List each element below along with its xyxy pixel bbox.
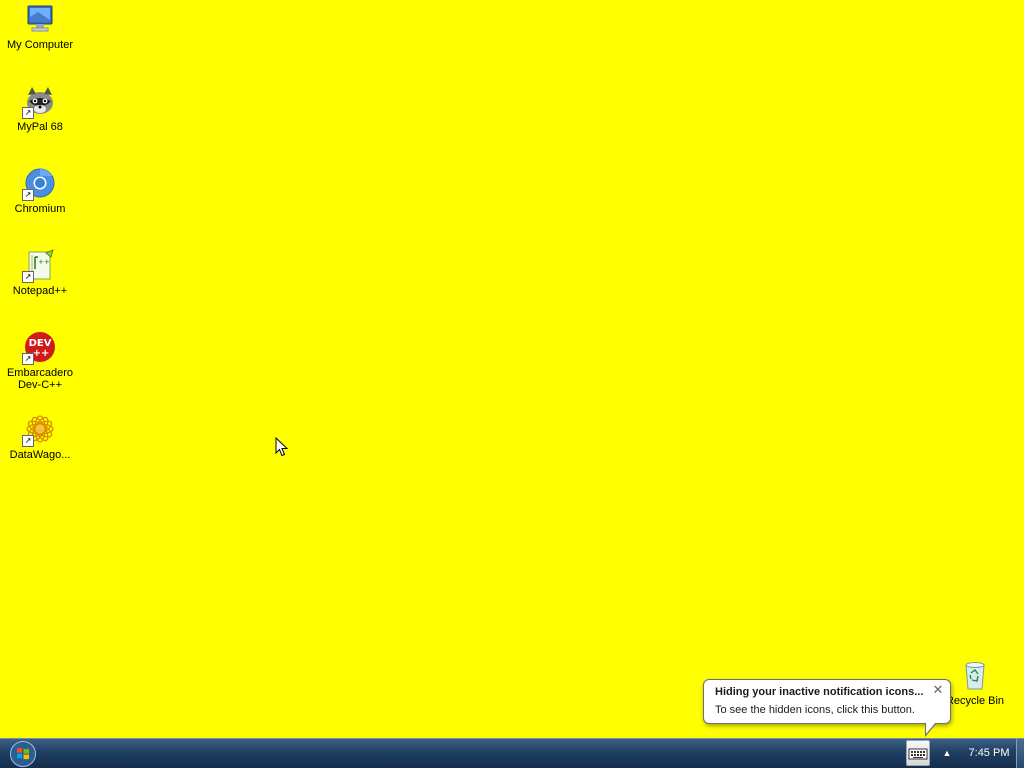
show-hidden-icons-button[interactable]: ▲: [940, 745, 954, 761]
notification-area: ▲ 7:45 PM: [902, 739, 1024, 768]
keyboard-tray-button[interactable]: [906, 740, 930, 766]
notepad-plus-plus-icon: ++ ↗: [22, 249, 56, 283]
start-button[interactable]: [8, 740, 38, 768]
raccoon-icon: ↗: [22, 85, 56, 119]
desktop-icon-chromium[interactable]: ↗ Chromium: [2, 167, 78, 215]
balloon-close-button[interactable]: ✕: [932, 683, 944, 697]
mouse-cursor-icon: [275, 436, 289, 457]
taskbar: ▲ 7:45 PM: [0, 738, 1024, 768]
windows-logo-icon: [8, 740, 38, 773]
dev-cpp-icon: DEV ++ ↗: [22, 331, 56, 365]
computer-icon: [24, 3, 56, 35]
desktop-icon-label: Embarcadero Dev-C++: [6, 367, 74, 391]
svg-text:++: ++: [38, 258, 50, 266]
shortcut-arrow-icon: ↗: [22, 435, 34, 447]
desktop-icon-devcpp[interactable]: DEV ++ ↗ Embarcadero Dev-C++: [2, 331, 78, 391]
desktop-icon-label: Chromium: [14, 203, 66, 215]
desktop-icon-datawagon[interactable]: ↗ DataWago...: [2, 413, 78, 461]
keyboard-icon: [907, 741, 929, 770]
shortcut-arrow-icon: ↗: [22, 271, 34, 283]
desktop-icon-label: DataWago...: [9, 449, 71, 461]
notification-balloon[interactable]: Hiding your inactive notification icons.…: [703, 679, 951, 737]
shortcut-arrow-icon: ↗: [22, 189, 34, 201]
desktop-icon-my-computer[interactable]: My Computer: [2, 3, 78, 51]
desktop-icon-notepadpp[interactable]: ++ ↗ Notepad++: [2, 249, 78, 297]
balloon-pointer-fill: [926, 722, 936, 734]
desktop-icon-label: Notepad++: [12, 285, 68, 297]
desktop-icon-label: My Computer: [6, 39, 74, 51]
desktop-icon-mypal[interactable]: ↗ MyPal 68: [2, 85, 78, 133]
shortcut-arrow-icon: ↗: [22, 107, 34, 119]
desktop-icon-label: MyPal 68: [17, 121, 63, 133]
chromium-icon: ↗: [22, 167, 56, 201]
balloon-title: Hiding your inactive notification icons.…: [715, 686, 924, 698]
taskbar-clock[interactable]: 7:45 PM: [964, 739, 1014, 768]
show-desktop-button[interactable]: [1016, 739, 1024, 768]
recycle-bin-icon: [959, 659, 991, 691]
shortcut-arrow-icon: ↗: [22, 353, 34, 365]
desktop[interactable]: My Computer ↗ MyPal 68 ↗ Chromium ++ ↗ N…: [0, 0, 1024, 738]
datawagon-icon: ↗: [22, 413, 56, 447]
balloon-message: To see the hidden icons, click this butt…: [715, 704, 915, 716]
svg-text:++: ++: [33, 348, 50, 359]
